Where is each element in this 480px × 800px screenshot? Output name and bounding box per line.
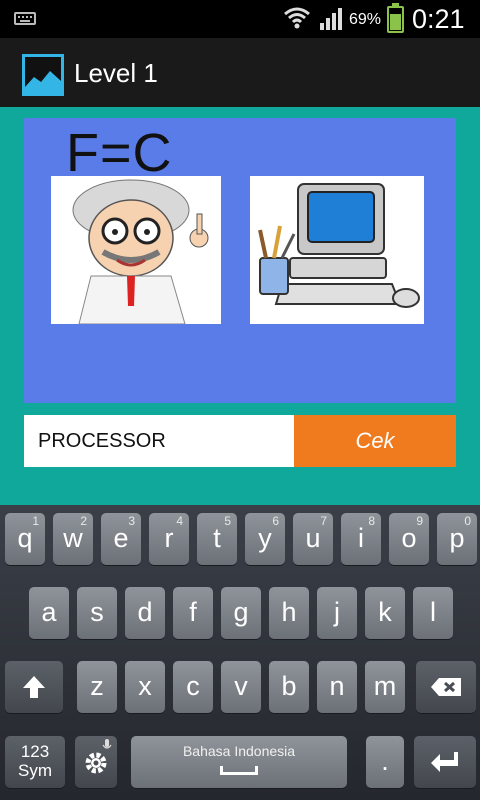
- battery-icon: [387, 3, 404, 33]
- key-l[interactable]: l: [413, 587, 453, 639]
- key-j[interactable]: j: [317, 587, 357, 639]
- backspace-key[interactable]: [416, 661, 476, 713]
- key-t[interactable]: t5: [197, 513, 237, 565]
- status-bar: 69% 0:21: [0, 0, 480, 38]
- microphone-icon: [102, 739, 112, 749]
- computer-image: [250, 176, 424, 324]
- key-e[interactable]: e3: [101, 513, 141, 565]
- soft-keyboard: q1 w2 e3 r4 t5 y6 u7 i8 o9 p0 a s d f g …: [0, 505, 480, 800]
- image-icon[interactable]: [22, 54, 64, 96]
- keyboard-icon: [14, 12, 36, 25]
- key-r[interactable]: r4: [149, 513, 189, 565]
- key-c[interactable]: c: [173, 661, 213, 713]
- symbols-key[interactable]: 123 Sym: [5, 736, 65, 788]
- wifi-icon: [284, 7, 310, 29]
- signal-icon: [320, 8, 342, 30]
- key-x[interactable]: x: [125, 661, 165, 713]
- gear-icon: [85, 752, 107, 774]
- enter-icon: [431, 752, 458, 772]
- action-bar: Level 1: [0, 38, 480, 110]
- settings-key[interactable]: [75, 736, 117, 788]
- key-a[interactable]: a: [29, 587, 69, 639]
- key-h[interactable]: h: [269, 587, 309, 639]
- space-key[interactable]: Bahasa Indonesia: [131, 736, 347, 788]
- shift-key[interactable]: [5, 661, 63, 713]
- enter-key[interactable]: [414, 736, 476, 788]
- key-s[interactable]: s: [77, 587, 117, 639]
- key-u[interactable]: u7: [293, 513, 333, 565]
- key-m[interactable]: m: [365, 661, 405, 713]
- check-button[interactable]: Cek: [294, 415, 456, 467]
- answer-input[interactable]: [24, 415, 294, 467]
- key-p[interactable]: p0: [437, 513, 477, 565]
- period-key[interactable]: .: [366, 736, 404, 788]
- key-o[interactable]: o9: [389, 513, 429, 565]
- formula-text: F=C: [66, 123, 173, 183]
- key-d[interactable]: d: [125, 587, 165, 639]
- key-z[interactable]: z: [77, 661, 117, 713]
- key-k[interactable]: k: [365, 587, 405, 639]
- page-title: Level 1: [74, 58, 158, 88]
- key-n[interactable]: n: [317, 661, 357, 713]
- backspace-icon: [431, 678, 461, 696]
- key-i[interactable]: i8: [341, 513, 381, 565]
- puzzle-panel: F=C: [24, 118, 456, 403]
- key-w[interactable]: w2: [53, 513, 93, 565]
- key-b[interactable]: b: [269, 661, 309, 713]
- key-q[interactable]: q1: [5, 513, 45, 565]
- key-g[interactable]: g: [221, 587, 261, 639]
- shift-arrow-icon: [23, 676, 45, 698]
- clock: 0:21: [412, 4, 465, 34]
- battery-level-fill: [390, 14, 401, 30]
- key-f[interactable]: f: [173, 587, 213, 639]
- key-v[interactable]: v: [221, 661, 261, 713]
- battery-percent: 69%: [349, 11, 382, 28]
- key-y[interactable]: y6: [245, 513, 285, 565]
- scientist-image: [51, 176, 221, 325]
